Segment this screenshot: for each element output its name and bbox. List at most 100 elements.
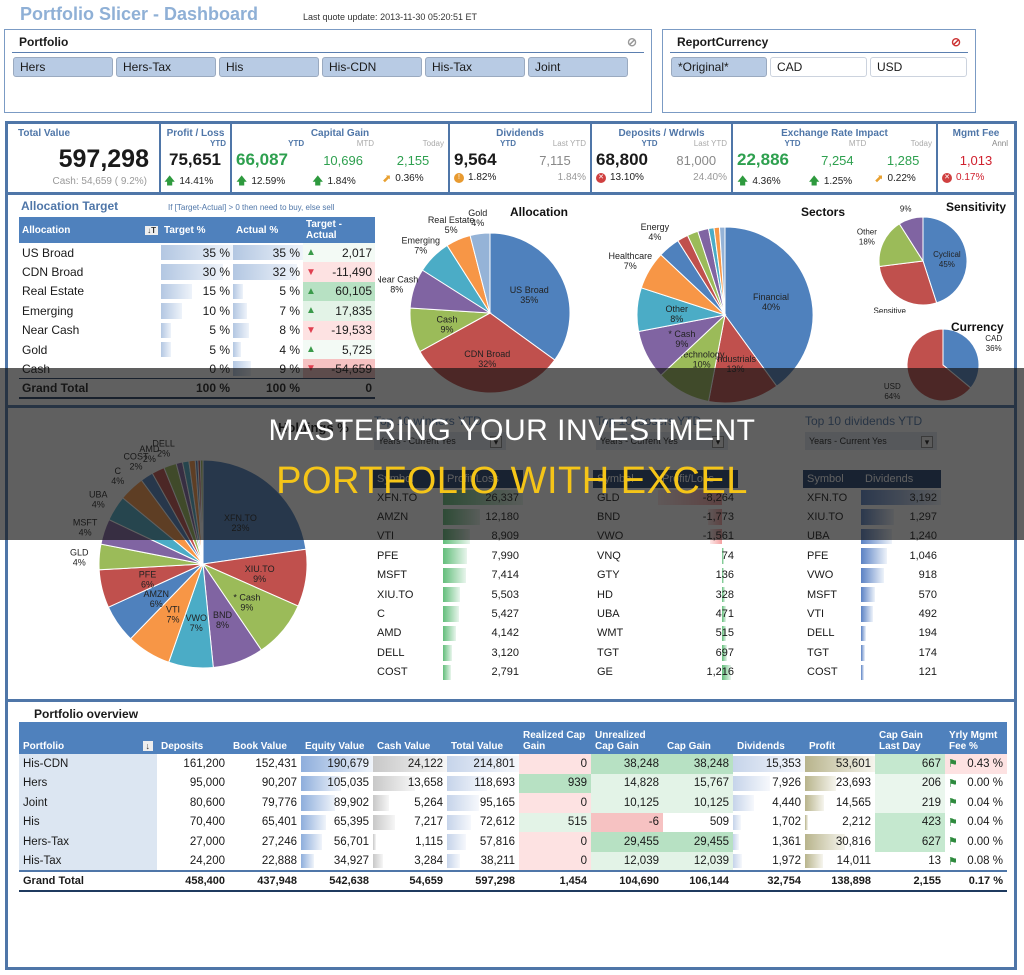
slicer-item-hers-tax[interactable]: Hers-Tax bbox=[116, 57, 216, 77]
value: 1,702 bbox=[772, 816, 801, 829]
dividends-last-ytd: 7,115 bbox=[539, 153, 571, 168]
clear-filter-icon[interactable]: ⊘ bbox=[951, 35, 961, 49]
table-row: VNQ 74 bbox=[593, 546, 738, 565]
diff-value: -19,533 bbox=[331, 323, 372, 338]
value: 2,212 bbox=[842, 816, 871, 829]
clear-filter-icon[interactable]: ⊘ bbox=[627, 35, 637, 49]
x-circle-icon: ✕ bbox=[596, 172, 606, 183]
value: 22,888 bbox=[261, 854, 297, 867]
value: 3,284 bbox=[414, 854, 443, 867]
warning-icon: ! bbox=[454, 172, 464, 183]
value: 34,927 bbox=[333, 854, 369, 867]
value: 12,039 bbox=[623, 854, 659, 867]
kpi-deposits: Deposits / Wdrwls YTD 68,800 ✕ 13.10% Las… bbox=[592, 124, 733, 192]
sort-filter-icon[interactable]: ↓T bbox=[145, 225, 158, 235]
target-pct-value: 35 % bbox=[202, 245, 230, 260]
value: 118,693 bbox=[474, 777, 515, 790]
value: 0.04 % bbox=[967, 796, 1003, 809]
table-row: His-Tax 24,200 22,888 34,927 3,284 38,211 0 12,… bbox=[19, 851, 1007, 872]
symbol: PFE bbox=[807, 549, 829, 562]
value-cell: -6 bbox=[591, 812, 663, 832]
allocation-name: Gold bbox=[22, 342, 48, 357]
data-bar bbox=[733, 834, 740, 850]
slicer-item-his-tax[interactable]: His-Tax bbox=[425, 57, 525, 77]
value: 15,767 bbox=[693, 777, 729, 790]
symbol: TGT bbox=[807, 646, 829, 659]
value-cell: 15,353 bbox=[733, 754, 805, 774]
value: 54,659 bbox=[409, 874, 443, 887]
slicer-item-cad[interactable]: CAD bbox=[770, 57, 867, 77]
target-actual-diff: ▲ 5,725 bbox=[303, 339, 375, 360]
diagonal-up-arrow-icon: ⬈ bbox=[382, 173, 392, 185]
slicer-item-original[interactable]: *Original* bbox=[671, 57, 767, 77]
slicer-item-joint[interactable]: Joint bbox=[528, 57, 628, 77]
target-actual-diff: ▼ -11,490 bbox=[303, 262, 375, 282]
value-cell: 570 bbox=[861, 585, 941, 604]
value-cell: 219 bbox=[875, 793, 945, 813]
value-cell: 14,011 bbox=[805, 852, 875, 872]
kpi-sub: YTD bbox=[641, 139, 658, 148]
diff-value: 2,017 bbox=[341, 245, 372, 260]
value: 74 bbox=[721, 549, 734, 562]
banner-overlay bbox=[0, 368, 1024, 540]
target-pct: 5 % bbox=[161, 340, 233, 359]
triangle-up-icon: ▲ bbox=[306, 344, 316, 356]
value-cell: 13,658 bbox=[373, 774, 447, 794]
slicer-item-his[interactable]: His bbox=[219, 57, 319, 77]
value-cell: 10,125 bbox=[663, 793, 733, 813]
value-cell: 95,000 bbox=[157, 774, 229, 794]
value-cell: 161,200 bbox=[157, 754, 229, 774]
value: 56,701 bbox=[333, 835, 369, 848]
data-label: Emerging 7% bbox=[401, 236, 440, 256]
value: 0 bbox=[580, 796, 587, 809]
value-cell: 57,816 bbox=[447, 832, 519, 852]
target-pct-value: 5 % bbox=[209, 342, 230, 357]
value-cell: 3,120 bbox=[443, 643, 523, 662]
column-header: Book Value bbox=[229, 722, 301, 754]
data-bar bbox=[443, 586, 460, 603]
diff-wrap: ▼ -11,490 bbox=[306, 265, 372, 279]
slicer-item-usd[interactable]: USD bbox=[870, 57, 967, 77]
sort-icon[interactable]: ↓ bbox=[142, 741, 153, 751]
allocation-name: Emerging bbox=[22, 303, 74, 318]
value: 918 bbox=[918, 569, 937, 582]
value: 627 bbox=[921, 835, 941, 848]
data-label: Other 18% bbox=[857, 228, 877, 247]
data-bar bbox=[733, 814, 741, 830]
data-bar bbox=[733, 853, 743, 868]
value-cell: 328 bbox=[658, 585, 738, 604]
slicer-item-hers[interactable]: Hers bbox=[13, 57, 113, 77]
target-pct-value: 30 % bbox=[202, 265, 230, 280]
data-bar bbox=[861, 645, 866, 661]
value-cell: 918 bbox=[861, 566, 941, 585]
value-cell: 697 bbox=[658, 643, 738, 662]
kpi-pct: 4.36% bbox=[752, 176, 781, 187]
data-label: Healthcare 7% bbox=[609, 251, 653, 271]
value: 0.00 % bbox=[967, 835, 1003, 848]
symbol: TGT bbox=[597, 646, 619, 659]
value-cell: 1,454 bbox=[519, 870, 591, 892]
flag-icon: ⚑ bbox=[948, 836, 958, 848]
value-cell: 174 bbox=[861, 643, 941, 662]
target-pct: 10 % bbox=[161, 301, 233, 320]
triangle-up-icon: ▲ bbox=[306, 247, 316, 259]
table-row: Joint 80,600 79,776 89,902 5,264 95,165 0 10,12… bbox=[19, 793, 1007, 813]
value: 95,000 bbox=[189, 777, 225, 790]
value: 174 bbox=[918, 646, 937, 659]
slicer-item-his-cdn[interactable]: His-CDN bbox=[322, 57, 422, 77]
value: Hers bbox=[23, 777, 48, 790]
actual-bar bbox=[233, 303, 247, 319]
data-bar bbox=[447, 814, 472, 830]
kpi-sub: YTD bbox=[500, 139, 516, 148]
value-cell: 1,972 bbox=[733, 852, 805, 872]
value: 121 bbox=[918, 666, 937, 679]
value: 219 bbox=[921, 796, 941, 809]
table-row: Hers-Tax 27,000 27,246 56,701 1,115 57,816 0 29… bbox=[19, 832, 1007, 852]
table-row: COST 2,791 bbox=[373, 663, 523, 682]
target-bar bbox=[161, 341, 172, 358]
target-actual-diff: ▼ -19,533 bbox=[303, 320, 375, 340]
value-cell: 12,039 bbox=[591, 851, 663, 871]
value: 106,144 bbox=[689, 874, 729, 887]
column-header: Target % bbox=[161, 217, 233, 243]
table-row: MSFT 7,414 bbox=[373, 566, 523, 585]
